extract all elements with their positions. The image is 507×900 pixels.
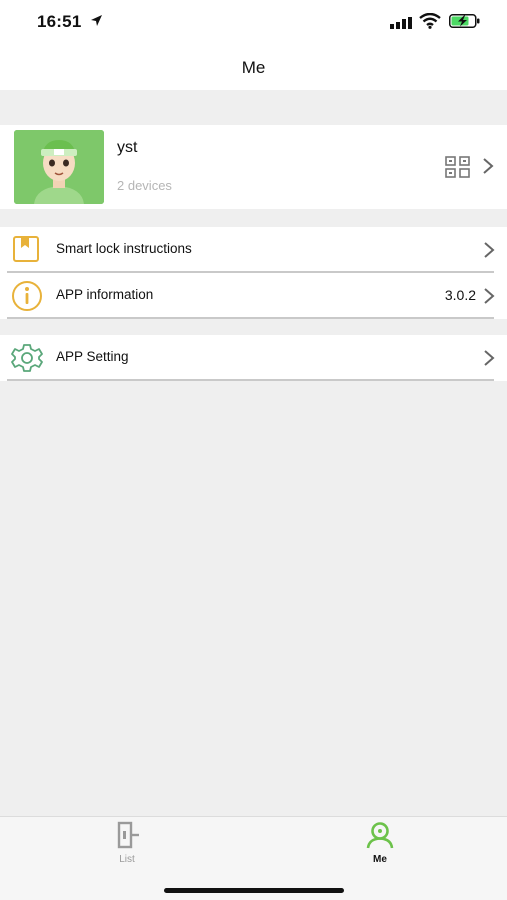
gear-icon	[11, 342, 43, 379]
divider	[7, 379, 494, 381]
wifi-icon	[419, 12, 441, 34]
tab-me[interactable]: Me	[350, 821, 410, 865]
menu-label: APP information	[56, 287, 154, 302]
info-icon	[11, 280, 43, 317]
person-icon	[365, 822, 395, 853]
settings-menu-group: APP Setting	[0, 335, 507, 381]
menu-label: Smart lock instructions	[56, 241, 192, 256]
app-version: 3.0.2	[444, 287, 476, 303]
profile-device-count: 2 devices	[117, 178, 172, 193]
chevron-right-icon	[483, 287, 495, 310]
page-title: Me	[241, 58, 266, 77]
status-bar: 16:51	[0, 0, 507, 46]
bookmark-book-icon	[12, 235, 40, 268]
chevron-right-icon	[483, 241, 495, 264]
profile-name: yst	[117, 139, 138, 156]
tab-list[interactable]: List	[97, 821, 157, 865]
qr-code-icon[interactable]	[445, 156, 471, 183]
status-time: 16:51	[37, 12, 82, 31]
avatar	[14, 130, 104, 204]
nav-bar: Me	[0, 46, 507, 90]
menu-item-app-information[interactable]: APP information 3.0.2	[0, 273, 507, 319]
menu-item-app-setting[interactable]: APP Setting	[0, 335, 507, 381]
profile-card[interactable]: yst 2 devices	[0, 125, 507, 209]
tab-label: List	[119, 854, 135, 865]
home-indicator[interactable]	[164, 888, 344, 893]
cellular-signal-icon	[390, 16, 412, 34]
chevron-right-icon	[482, 157, 494, 180]
chevron-right-icon	[483, 349, 495, 372]
menu-label: APP Setting	[56, 349, 129, 364]
menu-item-smart-lock-instructions[interactable]: Smart lock instructions	[0, 227, 507, 273]
location-arrow-icon	[90, 14, 103, 32]
info-menu-group: Smart lock instructions APP information …	[0, 227, 507, 319]
tab-label: Me	[373, 854, 387, 865]
tab-bar: List Me	[0, 816, 507, 900]
door-exit-icon	[112, 821, 142, 853]
battery-charging-icon	[449, 14, 481, 33]
divider	[7, 317, 494, 319]
